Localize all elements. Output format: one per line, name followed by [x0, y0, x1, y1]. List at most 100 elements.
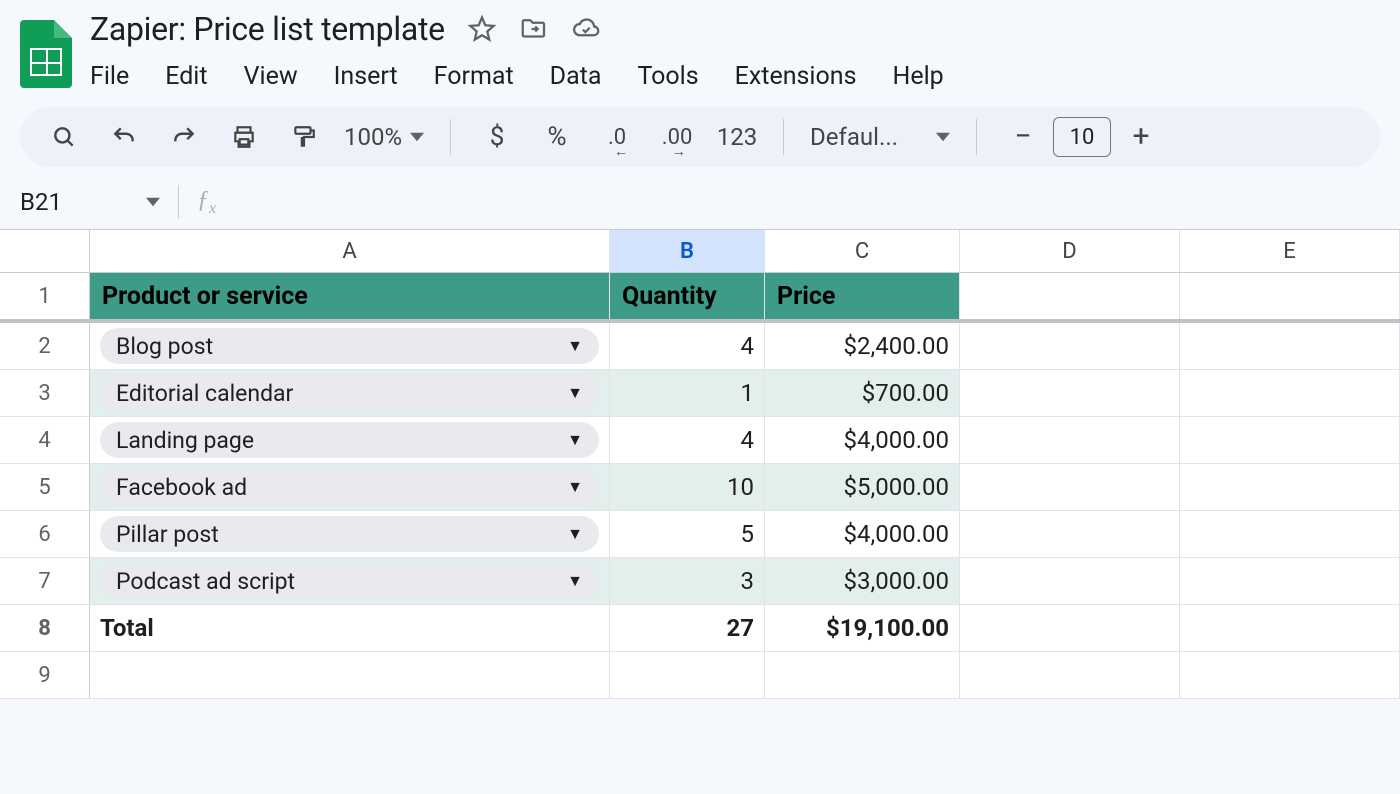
cell[interactable] [960, 652, 1180, 698]
star-icon[interactable] [467, 14, 497, 44]
product-dropdown-chip[interactable]: Pillar post▼ [100, 516, 599, 552]
cell[interactable] [960, 323, 1180, 369]
move-to-folder-icon[interactable] [519, 14, 549, 44]
quantity-cell[interactable]: 4 [610, 417, 765, 463]
row-header[interactable]: 7 [0, 558, 90, 604]
formula-bar-fx-icon[interactable]: ƒx [197, 187, 216, 218]
cell[interactable] [1180, 511, 1400, 557]
column-header-C[interactable]: C [765, 230, 960, 272]
row-header[interactable]: 5 [0, 464, 90, 510]
cell[interactable] [960, 511, 1180, 557]
paint-format-icon[interactable] [284, 117, 324, 157]
product-dropdown-chip[interactable]: Editorial calendar▼ [100, 375, 599, 411]
header-price[interactable]: Price [765, 273, 960, 319]
row-header[interactable]: 2 [0, 323, 90, 369]
header-quantity[interactable]: Quantity [610, 273, 765, 319]
row-header[interactable]: 6 [0, 511, 90, 557]
decrease-font-size-button[interactable]: − [1003, 117, 1043, 157]
cell[interactable] [960, 558, 1180, 604]
price-cell[interactable]: $4,000.00 [765, 417, 960, 463]
zoom-dropdown[interactable]: 100% [344, 123, 424, 151]
cell[interactable] [960, 370, 1180, 416]
cell[interactable] [765, 652, 960, 698]
document-title[interactable]: Zapier: Price list template [90, 10, 445, 48]
print-icon[interactable] [224, 117, 264, 157]
menu-view[interactable]: View [244, 62, 298, 91]
cell[interactable] [90, 652, 610, 698]
column-header-D[interactable]: D [960, 230, 1180, 272]
font-size-input[interactable]: 10 [1053, 117, 1111, 157]
total-label-cell[interactable]: Total [90, 605, 610, 651]
product-dropdown-chip[interactable]: Landing page▼ [100, 422, 599, 458]
quantity-cell[interactable]: 3 [610, 558, 765, 604]
table-row: 6 Pillar post▼ 5$4,000.00 [0, 511, 1400, 558]
cell[interactable] [1180, 652, 1400, 698]
font-family-dropdown[interactable]: Defaul... [810, 123, 950, 151]
product-cell[interactable]: Podcast ad script▼ [90, 558, 610, 604]
total-price-cell[interactable]: $19,100.00 [765, 605, 960, 651]
cell[interactable] [960, 273, 1180, 319]
product-cell[interactable]: Facebook ad▼ [90, 464, 610, 510]
sheets-app-icon[interactable] [20, 20, 72, 88]
increase-decimal-button[interactable]: .00→ [657, 117, 697, 157]
select-all-corner[interactable] [0, 230, 90, 272]
search-icon[interactable] [44, 117, 84, 157]
cell[interactable] [960, 605, 1180, 651]
format-percent-button[interactable]: % [537, 117, 577, 157]
increase-font-size-button[interactable]: + [1121, 117, 1161, 157]
price-cell[interactable]: $5,000.00 [765, 464, 960, 510]
product-cell[interactable]: Blog post▼ [90, 323, 610, 369]
name-box[interactable]: B21 [20, 188, 160, 216]
product-cell[interactable]: Pillar post▼ [90, 511, 610, 557]
row-header[interactable]: 9 [0, 652, 90, 698]
price-cell[interactable]: $2,400.00 [765, 323, 960, 369]
product-dropdown-chip[interactable]: Podcast ad script▼ [100, 563, 599, 599]
menu-edit[interactable]: Edit [165, 62, 207, 91]
cell[interactable] [610, 652, 765, 698]
menu-extensions[interactable]: Extensions [735, 62, 857, 91]
menu-format[interactable]: Format [434, 62, 514, 91]
cell[interactable] [1180, 417, 1400, 463]
menu-data[interactable]: Data [550, 62, 602, 91]
price-cell[interactable]: $700.00 [765, 370, 960, 416]
more-formats-button[interactable]: 123 [717, 117, 757, 157]
column-header-A[interactable]: A [90, 230, 610, 272]
quantity-cell[interactable]: 10 [610, 464, 765, 510]
quantity-cell[interactable]: 5 [610, 511, 765, 557]
column-header-B[interactable]: B [610, 230, 765, 272]
cell[interactable] [960, 464, 1180, 510]
price-cell[interactable]: $4,000.00 [765, 511, 960, 557]
menu-help[interactable]: Help [892, 62, 943, 91]
row-header[interactable]: 8 [0, 605, 90, 651]
cell[interactable] [1180, 558, 1400, 604]
cell[interactable] [1180, 273, 1400, 319]
menu-file[interactable]: File [90, 62, 129, 91]
quantity-cell[interactable]: 1 [610, 370, 765, 416]
header-product[interactable]: Product or service [90, 273, 610, 319]
cell[interactable] [1180, 464, 1400, 510]
price-cell[interactable]: $3,000.00 [765, 558, 960, 604]
format-currency-button[interactable]: $ [477, 117, 517, 157]
row-header[interactable]: 1 [0, 273, 90, 319]
cloud-saved-icon[interactable] [571, 14, 601, 44]
row-header[interactable]: 4 [0, 417, 90, 463]
column-header-E[interactable]: E [1180, 230, 1400, 272]
chevron-down-icon: ▼ [567, 336, 583, 356]
menu-insert[interactable]: Insert [334, 62, 398, 91]
undo-icon[interactable] [104, 117, 144, 157]
cell[interactable] [1180, 370, 1400, 416]
redo-icon[interactable] [164, 117, 204, 157]
menu-tools[interactable]: Tools [637, 62, 698, 91]
quantity-cell[interactable]: 4 [610, 323, 765, 369]
product-dropdown-chip[interactable]: Facebook ad▼ [100, 469, 599, 505]
row-header[interactable]: 3 [0, 370, 90, 416]
product-cell[interactable]: Landing page▼ [90, 417, 610, 463]
cell[interactable] [960, 417, 1180, 463]
product-cell[interactable]: Editorial calendar▼ [90, 370, 610, 416]
table-row: 1Product or serviceQuantityPrice [0, 273, 1400, 323]
decrease-decimal-button[interactable]: .0← [597, 117, 637, 157]
cell[interactable] [1180, 323, 1400, 369]
total-qty-cell[interactable]: 27 [610, 605, 765, 651]
product-dropdown-chip[interactable]: Blog post▼ [100, 328, 599, 364]
cell[interactable] [1180, 605, 1400, 651]
